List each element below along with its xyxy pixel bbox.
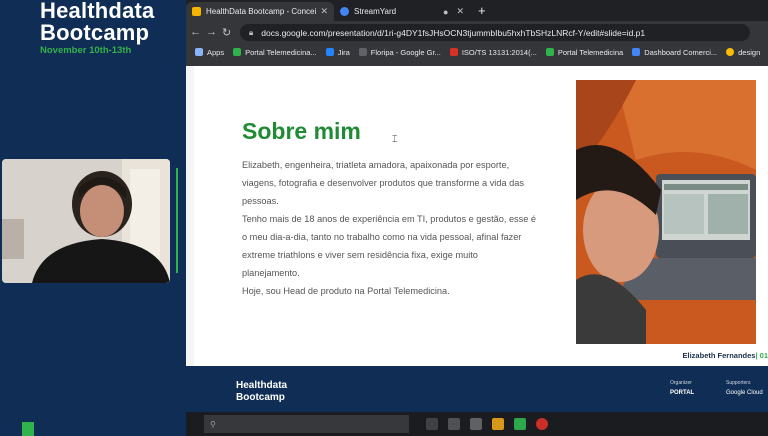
back-icon[interactable]: ← (190, 26, 201, 38)
task-view-icon[interactable] (426, 418, 438, 430)
tab-streamyard[interactable]: StreamYard ● ✕ (334, 2, 470, 21)
speaker-video-frame (2, 159, 170, 283)
app-icon[interactable] (470, 418, 482, 430)
stream-panel: Healthdata Bootcamp November 10th-13th (0, 0, 186, 436)
reload-icon[interactable]: ↻ (222, 26, 231, 39)
address-bar[interactable]: 🔒︎ docs.google.com/presentation/d/1ri-g4… (240, 24, 750, 41)
portal-icon (545, 48, 554, 56)
browser-toolbar: ← → ↻ 🔒︎ docs.google.com/presentation/d/… (186, 22, 768, 44)
footer-brand: Healthdata Bootcamp (236, 380, 288, 403)
portal-icon (233, 48, 242, 56)
bookmark-iso[interactable]: ISO/TS 13131:2014(... (449, 48, 537, 57)
slide-title: Sobre mim (242, 118, 361, 144)
tab-strip: HealthData Bootcamp - Conceit ✕ StreamYa… (186, 0, 768, 21)
supporters-label: Supporters (726, 380, 751, 386)
app-red-icon[interactable] (536, 418, 548, 430)
bookmark-design[interactable]: design (726, 48, 760, 57)
jira-icon (325, 48, 334, 56)
slide-paragraph: Elizabeth, engenheira, triatleta amadora… (242, 160, 524, 206)
bookmark-portal-telemedicina-1[interactable]: Portal Telemedicina... (233, 48, 317, 57)
tab-google-slides[interactable]: HealthData Bootcamp - Conceit ✕ (186, 2, 334, 21)
presentation-viewport: Sobre mim ⌶ Elizabeth, engenheira, triat… (186, 66, 768, 436)
browser-window: HealthData Bootcamp - Conceit ✕ StreamYa… (186, 0, 768, 66)
bookmarks-bar: Apps Portal Telemedicina... Jira Floripa… (186, 44, 768, 60)
close-tab-icon[interactable]: ✕ (456, 6, 464, 17)
panel-accent-block (22, 422, 34, 436)
url-text: docs.google.com/presentation/d/1ri-g4DY1… (261, 27, 646, 38)
slide: Sobre mim ⌶ Elizabeth, engenheira, triat… (194, 66, 768, 366)
google-cloud-logo: Google Cloud (726, 390, 763, 396)
event-title: Healthdata Bootcamp (40, 0, 155, 45)
event-dates: November 10th-13th (40, 45, 132, 56)
apps-grid-icon (195, 48, 203, 56)
iso-icon (449, 48, 458, 56)
portal-logo: PORTAL (670, 390, 695, 396)
bookmark-floripa[interactable]: Floripa - Google Gr... (358, 48, 441, 57)
slide-paragraph: Tenho mais de 18 anos de experiência em … (242, 214, 537, 278)
forward-icon[interactable]: → (206, 26, 217, 38)
folder-icon[interactable] (492, 418, 504, 430)
bookmark-jira[interactable]: Jira (325, 48, 350, 57)
lock-icon: 🔒︎ (249, 27, 254, 37)
tent-selfie-image (576, 80, 756, 344)
slide-caption: Elizabeth Fernandes| 01 (682, 351, 768, 360)
drive-icon (726, 48, 735, 56)
slide-body: Elizabeth, engenheira, triatleta amadora… (242, 156, 537, 300)
mouse-cursor-icon: ⌶ (392, 134, 398, 144)
bookmark-dashboard[interactable]: Dashboard Comerci... (632, 48, 717, 57)
google-groups-icon (358, 48, 367, 56)
organizer-label: Organizer (670, 380, 692, 386)
app-green-icon[interactable] (514, 418, 526, 430)
chrome-icon[interactable] (448, 418, 460, 430)
speaker-photo (576, 80, 756, 344)
close-tab-icon[interactable]: ✕ (320, 6, 328, 17)
slide-paragraph: Hoje, sou Head de produto na Portal Tele… (242, 286, 450, 296)
slides-icon (192, 7, 201, 16)
taskbar: ⚲ (186, 412, 768, 436)
new-tab-button[interactable]: + (478, 3, 486, 18)
speaker-webcam (2, 159, 170, 283)
bookmark-portal-telemedicina-2[interactable]: Portal Telemedicina (545, 48, 623, 57)
panel-accent-line (176, 168, 178, 273)
taskbar-search[interactable]: ⚲ (204, 415, 409, 433)
streamyard-icon (340, 7, 349, 16)
search-icon: ⚲ (210, 419, 216, 429)
bookmark-apps[interactable]: Apps (195, 48, 224, 57)
dashboard-icon (632, 48, 641, 56)
recording-dot-icon: ● (443, 6, 449, 17)
